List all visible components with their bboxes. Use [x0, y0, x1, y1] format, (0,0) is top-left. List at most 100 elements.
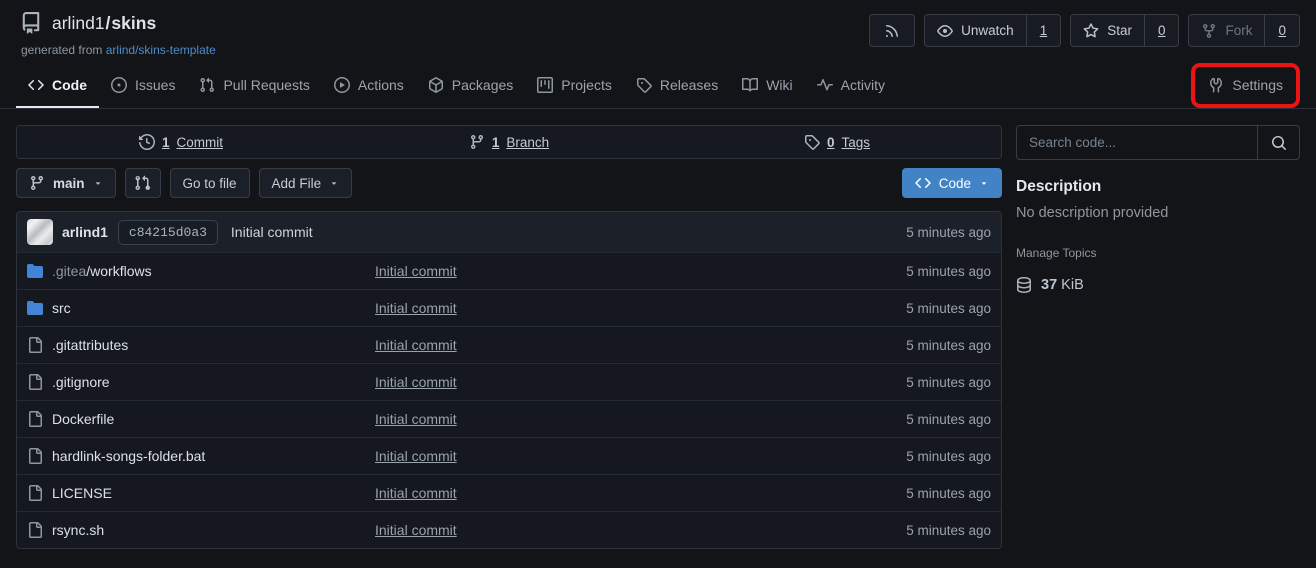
file-commit-message[interactable]: Initial commit: [375, 485, 831, 501]
file-link[interactable]: .gitattributes: [52, 337, 128, 353]
table-row: .gitea/workflows Initial commit 5 minute…: [17, 252, 1001, 289]
file-name-cell: .gitignore: [27, 374, 375, 390]
star-label: Star: [1107, 23, 1132, 38]
tab-packages[interactable]: Packages: [416, 64, 525, 108]
avatar[interactable]: [27, 219, 53, 245]
file-icon: [27, 411, 43, 427]
repo-owner-link[interactable]: arlind1: [52, 13, 105, 33]
file-commit-age: 5 minutes ago: [831, 301, 991, 316]
file-name: /workflows: [86, 263, 151, 279]
file-commit-message[interactable]: Initial commit: [375, 522, 831, 538]
tab-pull-requests[interactable]: Pull Requests: [187, 64, 321, 108]
search-icon: [1271, 135, 1287, 151]
file-commit-message[interactable]: Initial commit: [375, 411, 831, 427]
current-branch: main: [53, 176, 85, 191]
tags-stat[interactable]: 0 Tags: [673, 126, 1001, 158]
database-icon: [1016, 277, 1032, 293]
fork-count[interactable]: 0: [1264, 15, 1299, 46]
description-title: Description: [1016, 178, 1300, 196]
rss-button[interactable]: [870, 15, 914, 46]
files-table: arlind1 c84215d0a3 Initial commit 5 minu…: [16, 211, 1002, 549]
commit-hash-link[interactable]: c84215d0a3: [118, 220, 218, 245]
commits-stat[interactable]: 1 Commit: [17, 126, 345, 158]
unwatch-label: Unwatch: [961, 23, 1014, 38]
search-button[interactable]: [1257, 126, 1299, 159]
commit-message-link[interactable]: Initial commit: [231, 224, 313, 240]
fork-button[interactable]: Fork: [1189, 15, 1264, 46]
branch-selector[interactable]: main: [16, 168, 116, 198]
file-commit-message[interactable]: Initial commit: [375, 337, 831, 353]
file-commit-message[interactable]: Initial commit: [375, 448, 831, 464]
table-row: .gitattributes Initial commit 5 minutes …: [17, 326, 1001, 363]
tab-issues[interactable]: Issues: [99, 64, 187, 108]
issue-icon: [111, 77, 127, 93]
code-download-button[interactable]: Code: [902, 168, 1002, 198]
generated-from: generated from arlind/skins-template: [21, 43, 216, 57]
file-icon: [27, 374, 43, 390]
repo-header: arlind1/skins generated from arlind/skin…: [0, 0, 1316, 57]
pulse-icon: [817, 77, 833, 93]
tab-releases[interactable]: Releases: [624, 64, 730, 108]
watch-count[interactable]: 1: [1026, 15, 1061, 46]
manage-topics-link[interactable]: Manage Topics: [1016, 246, 1097, 260]
header-actions: Unwatch 1 Star 0 Fork 0: [869, 12, 1300, 47]
add-file-button[interactable]: Add File: [259, 168, 353, 198]
rss-icon: [884, 23, 900, 39]
repo-name: skins: [111, 13, 156, 33]
play-icon: [334, 77, 350, 93]
compare-icon: [135, 175, 151, 191]
table-row: rsync.sh Initial commit 5 minutes ago: [17, 511, 1001, 548]
file-link[interactable]: rsync.sh: [52, 522, 104, 538]
tab-activity[interactable]: Activity: [805, 64, 897, 108]
file-link[interactable]: src: [52, 300, 71, 316]
tab-wiki[interactable]: Wiki: [730, 64, 804, 108]
sidebar: Description No description provided Mana…: [1016, 125, 1300, 293]
file-commit-age: 5 minutes ago: [831, 264, 991, 279]
file-commit-message[interactable]: Initial commit: [375, 374, 831, 390]
file-name-cell: .gitea/workflows: [27, 263, 375, 279]
table-row: LICENSE Initial commit 5 minutes ago: [17, 474, 1001, 511]
tab-code[interactable]: Code: [16, 64, 99, 108]
unwatch-button[interactable]: Unwatch: [925, 15, 1026, 46]
file-name: .gitattributes: [52, 337, 128, 353]
tab-actions[interactable]: Actions: [322, 64, 416, 108]
repo-title-block: arlind1/skins generated from arlind/skin…: [20, 12, 216, 57]
file-link[interactable]: .gitignore: [52, 374, 110, 390]
branch-icon: [29, 175, 45, 191]
tag-count: 0: [827, 135, 835, 150]
pull-request-icon: [199, 77, 215, 93]
star-button[interactable]: Star: [1071, 15, 1144, 46]
tag-label: Tags: [841, 135, 870, 150]
branch-count: 1: [492, 135, 500, 150]
file-commit-age: 5 minutes ago: [831, 486, 991, 501]
tab-label: Actions: [358, 77, 404, 93]
file-commit-message[interactable]: Initial commit: [375, 300, 831, 316]
file-link[interactable]: .gitea/workflows: [52, 263, 152, 279]
template-link[interactable]: arlind/skins-template: [106, 43, 216, 57]
file-commit-age: 5 minutes ago: [831, 412, 991, 427]
compare-button[interactable]: [125, 168, 161, 198]
file-icon: [27, 485, 43, 501]
star-group: Star 0: [1070, 14, 1179, 47]
tag-icon: [804, 134, 820, 150]
repo-tabs: CodeIssuesPull Requests Actions Packages Pr…: [0, 64, 1316, 109]
tab-settings[interactable]: Settings: [1195, 77, 1296, 93]
file-link[interactable]: LICENSE: [52, 485, 112, 501]
main-column: 1 Commit 1 Branch 0 Tags main: [16, 125, 1002, 549]
file-commit-message[interactable]: Initial commit: [375, 263, 831, 279]
file-commit-age: 5 minutes ago: [831, 449, 991, 464]
tab-label: Activity: [841, 77, 885, 93]
file-link[interactable]: Dockerfile: [52, 411, 114, 427]
latest-commit-row: arlind1 c84215d0a3 Initial commit 5 minu…: [17, 212, 1001, 252]
file-name-cell: rsync.sh: [27, 522, 375, 538]
commit-author-link[interactable]: arlind1: [62, 224, 108, 240]
tab-projects[interactable]: Projects: [525, 64, 624, 108]
go-to-file-button[interactable]: Go to file: [170, 168, 250, 198]
description-text: No description provided: [1016, 205, 1300, 221]
file-link[interactable]: hardlink-songs-folder.bat: [52, 448, 205, 464]
branches-stat[interactable]: 1 Branch: [345, 126, 673, 158]
star-count[interactable]: 0: [1144, 15, 1179, 46]
tab-label: Packages: [452, 77, 513, 93]
search-input[interactable]: [1017, 126, 1257, 159]
repo-name-link[interactable]: skins: [111, 13, 156, 33]
